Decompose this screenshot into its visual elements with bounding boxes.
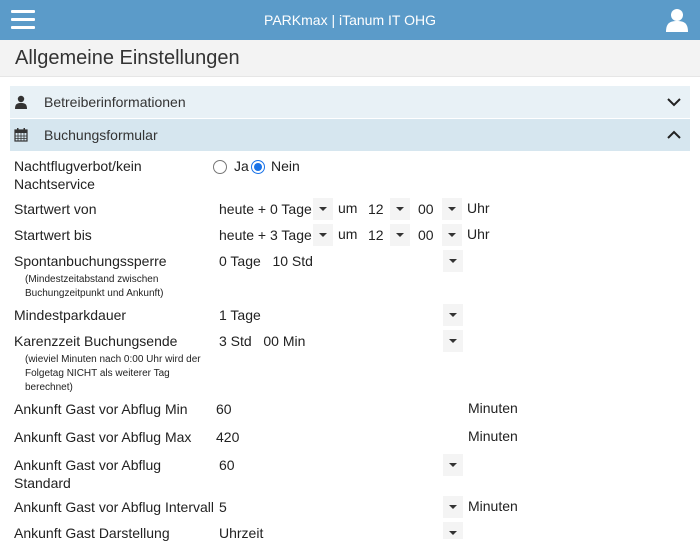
radio-nein[interactable] (251, 160, 265, 174)
app-title: PARKmax | iTanum IT OHG (264, 12, 436, 28)
chevron-down-icon[interactable] (313, 224, 333, 246)
darstellung-select[interactable]: Uhrzeit (213, 522, 463, 539)
radio-nein-label: Nein (271, 158, 300, 174)
radio-ja[interactable] (213, 160, 227, 174)
top-bar: PARKmax | iTanum IT OHG (0, 0, 700, 40)
user-icon[interactable] (666, 8, 688, 32)
mindestparkdauer-label: Mindestparkdauer (14, 307, 127, 323)
startwert-bis-days-select[interactable]: heute + 3 Tage (213, 224, 333, 246)
calendar-icon (14, 128, 28, 142)
startwert-von-label: Startwert von (14, 201, 97, 217)
abflug-min-label: Ankunft Gast vor Abflug Min (14, 401, 188, 417)
section-betreiberinformationen[interactable]: Betreiberinformationen (10, 86, 690, 118)
chevron-down-icon[interactable] (443, 454, 463, 476)
minuten-text: Minuten (468, 498, 518, 514)
chevron-down-icon[interactable] (443, 496, 463, 518)
chevron-down-icon[interactable] (443, 522, 463, 539)
radio-ja-label: Ja (234, 158, 249, 174)
section-buchungsformular[interactable]: Buchungsformular (10, 119, 690, 151)
chevron-down-icon[interactable] (443, 304, 463, 326)
chevron-up-icon (667, 130, 681, 139)
chevron-down-icon[interactable] (443, 330, 463, 352)
abflug-max-label: Ankunft Gast vor Abflug Max (14, 429, 192, 445)
page-title: Allgemeine Einstellungen (15, 47, 240, 69)
abflug-intervall-label: Ankunft Gast vor Abflug Intervall (14, 499, 214, 515)
startwert-bis-minute-select[interactable]: 00 (412, 224, 462, 246)
chevron-down-icon[interactable] (390, 198, 410, 220)
user-icon (15, 95, 27, 109)
uhr-text: Uhr (467, 200, 490, 216)
abflug-max-input[interactable]: 420 (210, 426, 462, 448)
spontan-note: (Mindestzeitabstand zwischen Buchungzeit… (25, 274, 164, 299)
mindestparkdauer-select[interactable]: 1 Tage (213, 304, 463, 326)
chevron-down-icon[interactable] (442, 198, 462, 220)
chevron-down-icon[interactable] (443, 250, 463, 272)
chevron-down-icon[interactable] (390, 224, 410, 246)
startwert-von-minute-select[interactable]: 00 (412, 198, 462, 220)
karenzzeit-label: Karenzzeit Buchungsende (14, 333, 178, 349)
abflug-intervall-select[interactable]: 5 (213, 496, 463, 518)
section-label: Betreiberinformationen (44, 94, 186, 110)
startwert-von-days-select[interactable]: heute + 0 Tage (213, 198, 333, 220)
chevron-down-icon (667, 98, 681, 107)
startwert-bis-label: Startwert bis (14, 227, 92, 243)
karenzzeit-note: (wieviel Minuten nach 0:00 Uhr wird der … (25, 354, 201, 393)
startwert-von-hour-select[interactable]: 12 (362, 198, 410, 220)
abflug-standard-label: Ankunft Gast vor Abflug Standard (14, 457, 162, 491)
chevron-down-icon[interactable] (313, 198, 333, 220)
page-title-bar: Allgemeine Einstellungen (0, 40, 700, 77)
startwert-bis-hour-select[interactable]: 12 (362, 224, 410, 246)
darstellung-label: Ankunft Gast Darstellung (14, 525, 170, 541)
um-text: um (338, 200, 358, 216)
abflug-min-input[interactable]: 60 (210, 398, 462, 420)
minuten-text: Minuten (468, 428, 518, 444)
um-text: um (338, 226, 358, 242)
chevron-down-icon[interactable] (442, 224, 462, 246)
spontan-select[interactable]: 0 Tage 10 Std (213, 250, 463, 272)
abflug-standard-select[interactable]: 60 (213, 454, 463, 476)
uhr-text: Uhr (467, 226, 490, 242)
nachtflug-label: Nachtflugverbot/kein Nachtservice (14, 158, 142, 192)
karenzzeit-select[interactable]: 3 Std 00 Min (213, 330, 463, 352)
section-label: Buchungsformular (44, 127, 158, 143)
minuten-text: Minuten (468, 400, 518, 416)
spontan-label: Spontanbuchungssperre (14, 253, 167, 269)
